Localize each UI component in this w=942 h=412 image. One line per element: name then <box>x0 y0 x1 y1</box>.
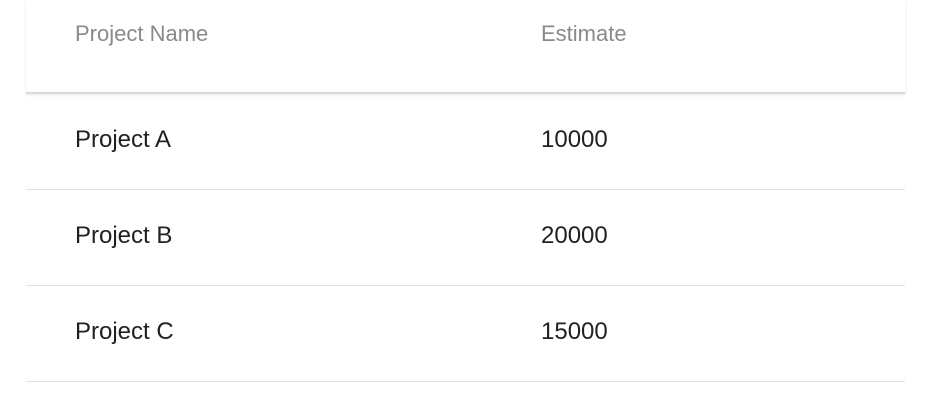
cell-estimate: 10000 <box>541 126 608 153</box>
table-row[interactable]: Project A 10000 <box>26 94 905 190</box>
table-header-row: Project Name Estimate <box>26 0 905 94</box>
table-row[interactable]: Project C 15000 <box>26 286 905 382</box>
table-row[interactable]: Project B 20000 <box>26 190 905 286</box>
cell-estimate: 15000 <box>541 318 608 345</box>
cell-project-name: Project C <box>75 318 174 345</box>
projects-table: Project Name Estimate Project A 10000 Pr… <box>26 0 905 382</box>
column-header-project-name[interactable]: Project Name <box>75 21 208 47</box>
cell-estimate: 20000 <box>541 222 608 249</box>
cell-project-name: Project B <box>75 222 173 249</box>
column-header-estimate[interactable]: Estimate <box>541 21 627 47</box>
cell-project-name: Project A <box>75 126 172 153</box>
